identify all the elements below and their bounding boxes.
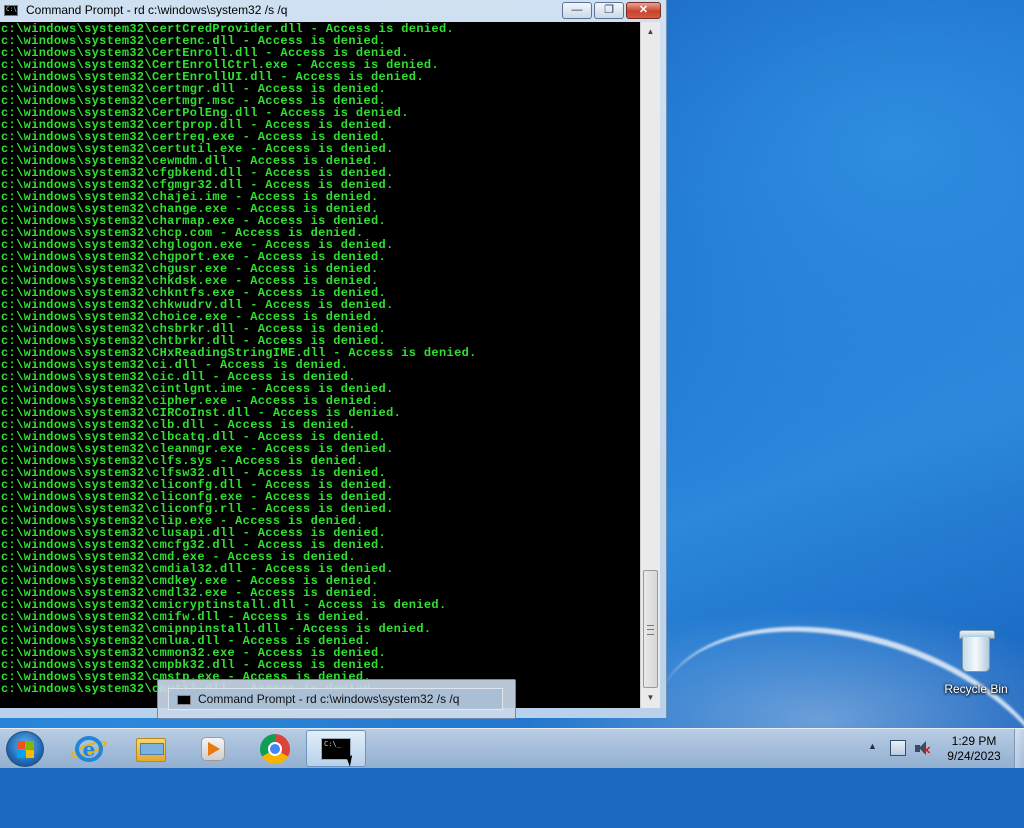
start-button[interactable] [6,731,44,767]
taskbar-windows-explorer[interactable] [122,730,180,767]
thumbnail-title-row[interactable]: Command Prompt - rd c:\windows\system32 … [168,688,503,710]
taskbar-internet-explorer[interactable]: e [60,730,118,767]
taskbar-chrome[interactable] [246,730,304,767]
system-clock[interactable]: 1:29 PM 9/24/2023 [938,734,1010,764]
volume-muted-icon[interactable]: ✕ [914,741,931,757]
internet-explorer-icon: e [75,736,103,762]
chrome-icon [260,734,290,764]
command-prompt-window[interactable]: C:\ Command Prompt - rd c:\windows\syste… [0,0,667,718]
window-title: Command Prompt - rd c:\windows\system32 … [26,3,288,17]
maximize-button[interactable]: ❐ [594,2,624,19]
recycle-bin-label: Recycle Bin [944,682,1008,696]
wallpaper-swoosh [658,578,1024,828]
close-button[interactable]: ✕ [626,2,661,19]
taskbar-command-prompt[interactable]: C:\_ [306,730,366,767]
title-bar[interactable]: C:\ Command Prompt - rd c:\windows\syste… [0,0,667,22]
grip-icon [647,625,654,635]
taskbar-media-player[interactable] [184,730,242,767]
scroll-up-arrow-icon[interactable]: ▲ [643,24,658,40]
clock-date: 9/24/2023 [947,749,1001,763]
scroll-down-arrow-icon[interactable]: ▼ [643,690,658,706]
scrollbar-thumb[interactable] [643,570,658,688]
console-lines: c:\windows\system32\certCredProvider.dll… [1,23,477,695]
show-desktop-button[interactable] [1014,729,1024,768]
show-hidden-icons-icon[interactable]: ▲ [868,741,877,751]
console-output[interactable]: c:\windows\system32\certCredProvider.dll… [0,22,640,708]
network-icon[interactable] [890,740,906,756]
taskbar: e C:\_ ▲ ✕ 1:29 PM 9/24/2023 [0,728,1024,768]
taskbar-thumbnail-preview[interactable]: Command Prompt - rd c:\windows\system32 … [157,679,516,719]
recycle-bin-shortcut[interactable]: Recycle Bin [940,630,1012,696]
thumbnail-title: Command Prompt - rd c:\windows\system32 … [198,692,460,706]
minimize-button[interactable]: — [562,2,592,19]
console-icon [177,695,191,705]
recycle-bin-icon [959,630,995,674]
console-icon[interactable]: C:\ [4,5,18,16]
folder-icon [136,738,166,762]
vertical-scrollbar[interactable]: ▲ ▼ [640,22,660,708]
media-player-icon [201,737,225,761]
clock-time: 1:29 PM [951,734,997,748]
windows-logo-icon [17,741,34,758]
